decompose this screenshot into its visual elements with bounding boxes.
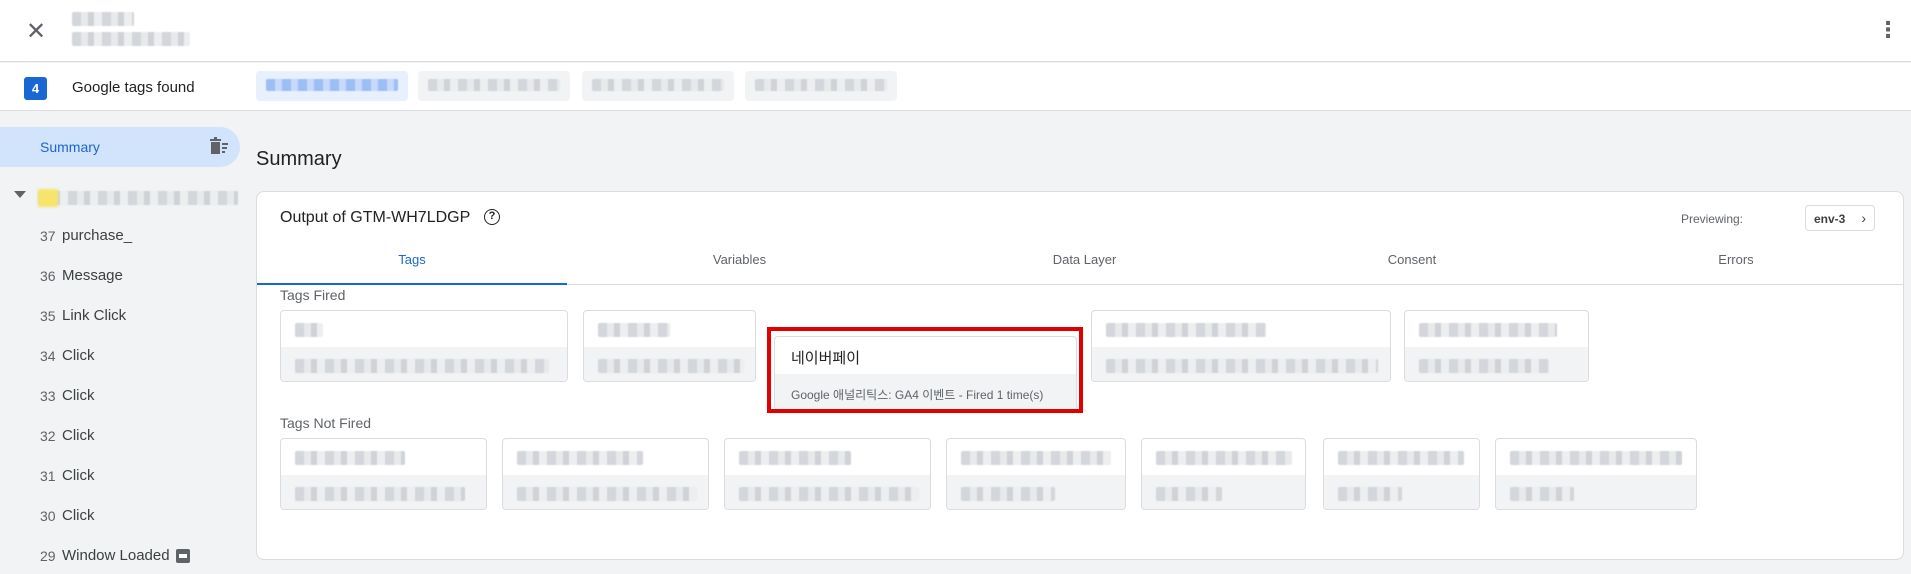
tag-chip-1[interactable] xyxy=(256,71,408,101)
tag-chip-3[interactable] xyxy=(582,71,734,101)
sidebar-item-summary[interactable]: Summary xyxy=(0,127,240,167)
sidebar-event-item[interactable]: 36 Message xyxy=(0,256,242,296)
env-selector[interactable]: env-3 › xyxy=(1805,205,1875,231)
not-fired-tag-card[interactable] xyxy=(946,438,1126,510)
output-tabs: Tags Variables Data Layer Consent Errors xyxy=(257,245,1903,285)
event-number: 30 xyxy=(40,508,56,524)
tag-chip-2[interactable] xyxy=(418,71,570,101)
event-name: purchase_ xyxy=(62,227,133,244)
caret-down-icon[interactable] xyxy=(14,191,26,198)
google-tags-bar: 4 Google tags found xyxy=(0,63,1911,111)
sidebar-summary-label: Summary xyxy=(40,139,100,155)
not-fired-tag-card[interactable] xyxy=(724,438,931,510)
output-title: Output of GTM-WH7LDGP xyxy=(280,209,471,226)
tag-chip-4[interactable] xyxy=(745,71,897,101)
event-name: Click xyxy=(62,387,95,404)
tab-variables[interactable]: Variables xyxy=(567,245,912,285)
sidebar: Summary 37 purchase_ 36 Message 35 Link Cli… xyxy=(0,111,242,574)
event-name: Click xyxy=(62,507,95,524)
event-name: Window Loaded xyxy=(62,547,170,564)
site-url-redacted xyxy=(72,32,190,46)
sidebar-event-item[interactable]: 29 Window Loaded xyxy=(0,536,242,574)
sidebar-event-item[interactable]: 31 Click xyxy=(0,456,242,496)
event-number: 29 xyxy=(40,548,56,564)
red-highlight-box xyxy=(767,327,1083,413)
event-name: Click xyxy=(62,427,95,444)
sidebar-event-item[interactable]: 34 Click xyxy=(0,336,242,376)
clear-messages-icon[interactable] xyxy=(208,136,230,158)
page-title: Summary xyxy=(256,148,342,170)
fired-tag-card[interactable] xyxy=(1404,310,1589,382)
event-name: Message xyxy=(62,267,123,284)
event-number: 34 xyxy=(40,348,56,364)
sidebar-event-item[interactable]: 35 Link Click xyxy=(0,296,242,336)
not-fired-tag-card[interactable] xyxy=(280,438,487,510)
page-url-redacted xyxy=(38,191,238,205)
event-number: 37 xyxy=(40,228,56,244)
top-bar: ✕ ⋮ xyxy=(0,0,1911,62)
not-fired-tag-card[interactable] xyxy=(502,438,709,510)
event-number: 36 xyxy=(40,268,56,284)
window-loaded-icon xyxy=(176,549,190,563)
env-label: env-3 xyxy=(1814,212,1846,226)
close-icon[interactable]: ✕ xyxy=(22,18,50,46)
sidebar-event-item[interactable]: 30 Click xyxy=(0,496,242,536)
more-vert-icon[interactable]: ⋮ xyxy=(1877,18,1899,42)
not-fired-tag-card[interactable] xyxy=(1323,438,1480,510)
previewing-label: Previewing: xyxy=(1680,212,1743,226)
tags-found-label: Google tags found xyxy=(72,79,195,96)
tags-fired-label: Tags Fired xyxy=(280,287,346,303)
not-fired-tag-card[interactable] xyxy=(1141,438,1306,510)
event-number: 32 xyxy=(40,428,56,444)
fired-tag-card[interactable] xyxy=(280,310,568,382)
tags-not-fired-label: Tags Not Fired xyxy=(280,415,372,431)
page-favicon xyxy=(38,189,58,207)
event-name: Click xyxy=(62,347,95,364)
event-number: 31 xyxy=(40,468,56,484)
event-number: 35 xyxy=(40,308,56,324)
event-name: Link Click xyxy=(62,307,127,324)
sidebar-event-item[interactable]: 37 purchase_ xyxy=(0,216,242,256)
not-fired-tag-card[interactable] xyxy=(1495,438,1697,510)
chevron-right-icon: › xyxy=(1861,210,1866,226)
sidebar-event-item[interactable]: 32 Click xyxy=(0,416,242,456)
sidebar-event-item[interactable]: 33 Click xyxy=(0,376,242,416)
tab-consent[interactable]: Consent xyxy=(1257,245,1567,285)
fired-tag-card[interactable] xyxy=(1091,310,1391,382)
tab-tags[interactable]: Tags xyxy=(257,245,567,285)
fired-tag-card[interactable] xyxy=(583,310,756,382)
event-number: 33 xyxy=(40,388,56,404)
event-name: Click xyxy=(62,467,95,484)
sidebar-page-group[interactable] xyxy=(0,183,242,211)
tab-errors[interactable]: Errors xyxy=(1567,245,1903,285)
site-title-redacted xyxy=(72,12,134,26)
help-icon[interactable]: ? xyxy=(484,209,500,225)
tags-count-badge: 4 xyxy=(24,77,47,100)
output-card: Output of GTM-WH7LDGP ? Previewing: env-… xyxy=(256,191,1904,560)
tab-data-layer[interactable]: Data Layer xyxy=(912,245,1257,285)
